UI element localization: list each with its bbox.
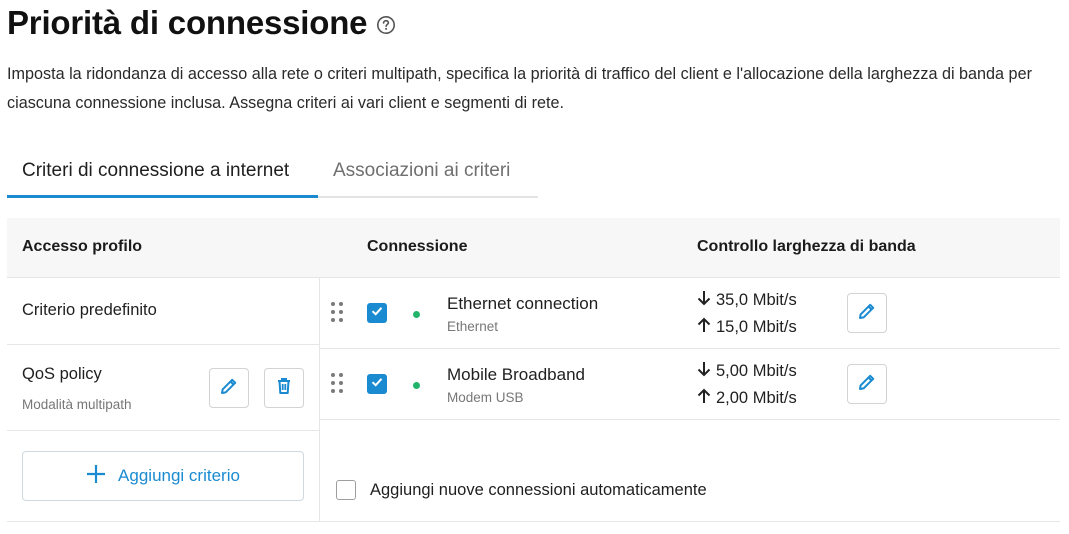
- auto-add-checkbox[interactable]: [336, 480, 356, 500]
- connection-row: Ethernet connection Ethernet 35,0 Mbit/s…: [320, 278, 1060, 349]
- pencil-icon: [219, 376, 239, 401]
- arrow-down-icon: [696, 289, 716, 312]
- download-rate: 35,0 Mbit/s: [696, 289, 797, 312]
- profile-mode: Modalità multipath: [22, 397, 132, 412]
- add-policy-label: Aggiungi criterio: [118, 466, 240, 485]
- trash-icon: [274, 376, 294, 401]
- profile-item-default[interactable]: Criterio predefinito: [7, 278, 319, 345]
- upload-value: 2,00 Mbit/s: [716, 389, 797, 407]
- edit-bandwidth-button[interactable]: [847, 364, 887, 404]
- auto-add-label[interactable]: Aggiungi nuove connessioni automaticamen…: [370, 481, 707, 500]
- table-bottom-divider: [7, 521, 1060, 522]
- help-circle-icon[interactable]: [376, 15, 396, 35]
- drag-handle-icon[interactable]: [331, 373, 345, 395]
- connection-type: Modem USB: [447, 390, 524, 405]
- profile-name: Criterio predefinito: [22, 301, 157, 319]
- connection-type: Ethernet: [447, 319, 499, 334]
- drag-handle-icon[interactable]: [331, 302, 345, 324]
- check-icon: [370, 375, 384, 394]
- tab-bar: Criteri di connessione a internet Associ…: [7, 150, 538, 198]
- plus-icon: [86, 461, 106, 489]
- edit-bandwidth-button[interactable]: [847, 293, 887, 333]
- arrow-up-icon: [696, 387, 716, 410]
- upload-value: 15,0 Mbit/s: [716, 318, 797, 336]
- edit-profile-button[interactable]: [209, 368, 249, 408]
- header-bandwidth: Controllo larghezza di banda: [697, 238, 916, 255]
- status-dot: [413, 382, 420, 389]
- download-value: 35,0 Mbit/s: [716, 291, 797, 309]
- status-dot: [413, 311, 420, 318]
- profile-list: Criterio predefinito QoS policy Modalità…: [7, 278, 320, 522]
- header-profile: Accesso profilo: [22, 238, 143, 255]
- page-header: Priorità di connessione: [7, 4, 396, 42]
- download-rate: 5,00 Mbit/s: [696, 360, 797, 383]
- connection-checkbox[interactable]: [367, 374, 387, 394]
- tab-policy-assignments[interactable]: Associazioni ai criteri: [318, 150, 525, 198]
- header-connection: Connessione: [367, 238, 468, 255]
- profile-name: QoS policy: [22, 365, 102, 383]
- check-icon: [370, 304, 384, 323]
- page-description: Imposta la ridondanza di accesso alla re…: [7, 65, 1032, 112]
- profile-item-qos[interactable]: QoS policy Modalità multipath: [7, 345, 319, 431]
- table-header: Accesso profilo Connessione Controllo la…: [7, 218, 1060, 278]
- arrow-up-icon: [696, 316, 716, 339]
- upload-rate: 15,0 Mbit/s: [696, 316, 797, 339]
- page-title: Priorità di connessione: [7, 4, 368, 41]
- connection-checkbox[interactable]: [367, 303, 387, 323]
- delete-profile-button[interactable]: [264, 368, 304, 408]
- connection-name: Mobile Broadband: [447, 365, 585, 384]
- add-policy-button[interactable]: Aggiungi criterio: [22, 451, 304, 501]
- download-value: 5,00 Mbit/s: [716, 362, 797, 380]
- pencil-icon: [857, 372, 877, 397]
- connection-row: Mobile Broadband Modem USB 5,00 Mbit/s 2…: [320, 349, 1060, 420]
- upload-rate: 2,00 Mbit/s: [696, 387, 797, 410]
- auto-add-row: Aggiungi nuove connessioni automaticamen…: [336, 480, 707, 500]
- pencil-icon: [857, 301, 877, 326]
- arrow-down-icon: [696, 360, 716, 383]
- connection-name: Ethernet connection: [447, 294, 599, 313]
- tab-internet-policies[interactable]: Criteri di connessione a internet: [7, 150, 318, 198]
